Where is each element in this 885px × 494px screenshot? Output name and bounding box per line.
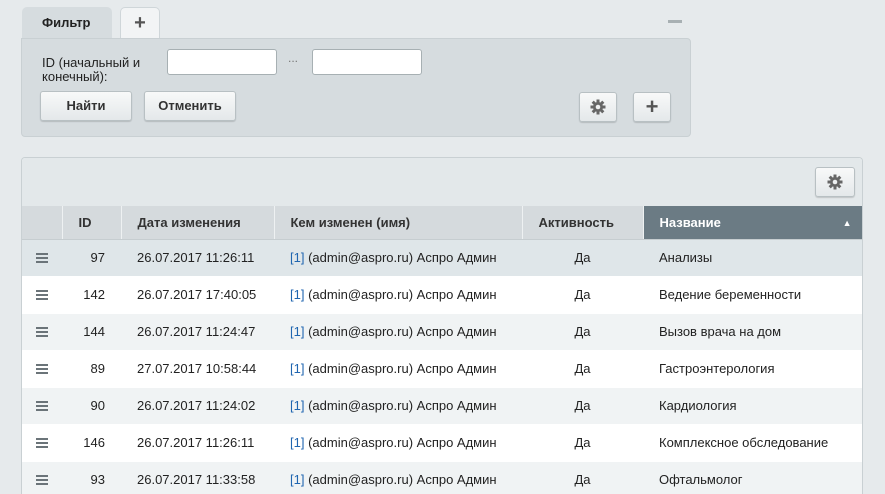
user-name: (admin@aspro.ru) Аспро Админ	[304, 435, 497, 450]
add-filter-tab-button[interactable]: +	[120, 7, 160, 38]
row-menu-cell[interactable]	[22, 461, 62, 494]
hamburger-icon	[36, 400, 48, 411]
hamburger-icon	[36, 437, 48, 448]
find-button[interactable]: Найти	[40, 91, 132, 121]
user-id-link[interactable]: [1]	[290, 250, 304, 265]
cell-date: 26.07.2017 11:26:11	[121, 424, 274, 462]
cell-name: Гастроэнтерология	[643, 350, 862, 388]
cell-name: Анализы	[643, 239, 862, 277]
cell-active: Да	[522, 461, 643, 494]
range-separator: ...	[288, 51, 299, 65]
table-row[interactable]: 142 26.07.2017 17:40:05 [1] (admin@aspro.r…	[22, 276, 862, 314]
column-header-active[interactable]: Активность	[522, 206, 644, 240]
cell-id: 144	[62, 313, 121, 351]
row-menu-cell[interactable]	[22, 387, 62, 425]
user-name: (admin@aspro.ru) Аспро Админ	[304, 472, 497, 487]
row-menu-cell[interactable]	[22, 276, 62, 314]
column-header-id[interactable]: ID	[62, 206, 122, 240]
table-row[interactable]: 93 26.07.2017 11:33:58 [1] (admin@aspro.ru…	[22, 461, 862, 494]
user-id-link[interactable]: [1]	[290, 287, 304, 302]
table-row[interactable]: 97 26.07.2017 11:26:11 [1] (admin@aspro.ru…	[22, 239, 862, 277]
gear-icon	[827, 174, 843, 190]
cell-id: 93	[62, 461, 121, 494]
hamburger-icon	[36, 363, 48, 374]
cell-modified-by: [1] (admin@aspro.ru) Аспро Админ	[274, 424, 522, 462]
column-header-modified-by[interactable]: Кем изменен (имя)	[274, 206, 523, 240]
hamburger-icon	[36, 474, 48, 485]
minus-icon[interactable]	[668, 20, 682, 23]
row-menu-cell[interactable]	[22, 313, 62, 351]
column-header-actions	[22, 206, 63, 240]
row-menu-cell[interactable]	[22, 350, 62, 388]
hamburger-icon	[36, 289, 48, 300]
cell-name: Ведение беременности	[643, 276, 862, 314]
column-header-date[interactable]: Дата изменения	[121, 206, 275, 240]
cell-active: Да	[522, 387, 643, 425]
table-row[interactable]: 144 26.07.2017 11:24:47 [1] (admin@aspro.r…	[22, 313, 862, 351]
cell-modified-by: [1] (admin@aspro.ru) Аспро Админ	[274, 276, 522, 314]
data-grid: ID Дата изменения Кем изменен (имя) Акти…	[21, 157, 863, 494]
column-header-name-label: Название	[659, 214, 721, 230]
cell-name: Комплексное обследование	[643, 424, 862, 462]
cell-name: Офтальмолог	[643, 461, 862, 494]
column-header-name[interactable]: Название ▲	[643, 206, 862, 240]
cell-id: 142	[62, 276, 121, 314]
grid-settings-button[interactable]	[815, 167, 855, 197]
cell-date: 26.07.2017 17:40:05	[121, 276, 274, 314]
cell-id: 146	[62, 424, 121, 462]
user-id-link[interactable]: [1]	[290, 324, 304, 339]
cell-date: 27.07.2017 10:58:44	[121, 350, 274, 388]
cell-date: 26.07.2017 11:24:02	[121, 387, 274, 425]
data-table: ID Дата изменения Кем изменен (имя) Акти…	[22, 206, 862, 494]
cancel-button[interactable]: Отменить	[144, 91, 236, 121]
table-row[interactable]: 89 27.07.2017 10:58:44 [1] (admin@aspro.ru…	[22, 350, 862, 388]
filter-panel: ID (начальный и конечный): ... Найти Отм…	[21, 38, 691, 137]
cell-active: Да	[522, 313, 643, 351]
filter-settings-button[interactable]	[579, 92, 617, 122]
cell-active: Да	[522, 350, 643, 388]
hamburger-icon	[36, 252, 48, 263]
row-menu-cell[interactable]	[22, 424, 62, 462]
cell-modified-by: [1] (admin@aspro.ru) Аспро Админ	[274, 350, 522, 388]
table-row[interactable]: 146 26.07.2017 11:26:11 [1] (admin@aspro.r…	[22, 424, 862, 462]
cell-modified-by: [1] (admin@aspro.ru) Аспро Админ	[274, 387, 522, 425]
user-name: (admin@aspro.ru) Аспро Админ	[304, 398, 497, 413]
user-id-link[interactable]: [1]	[290, 472, 304, 487]
cell-id: 89	[62, 350, 121, 388]
tab-filter[interactable]: Фильтр	[22, 7, 112, 38]
cell-date: 26.07.2017 11:33:58	[121, 461, 274, 494]
user-id-link[interactable]: [1]	[290, 361, 304, 376]
cell-modified-by: [1] (admin@aspro.ru) Аспро Админ	[274, 313, 522, 351]
cell-modified-by: [1] (admin@aspro.ru) Аспро Админ	[274, 461, 522, 494]
user-name: (admin@aspro.ru) Аспро Админ	[304, 324, 497, 339]
cell-modified-by: [1] (admin@aspro.ru) Аспро Админ	[274, 239, 522, 277]
user-id-link[interactable]: [1]	[290, 435, 304, 450]
add-filter-field-button[interactable]: +	[633, 92, 671, 122]
cell-name: Кардиология	[643, 387, 862, 425]
cell-name: Вызов врача на дом	[643, 313, 862, 351]
cell-id: 97	[62, 239, 121, 277]
user-name: (admin@aspro.ru) Аспро Админ	[304, 361, 497, 376]
cell-active: Да	[522, 424, 643, 462]
cell-active: Да	[522, 239, 643, 277]
cell-date: 26.07.2017 11:24:47	[121, 313, 274, 351]
user-name: (admin@aspro.ru) Аспро Админ	[304, 287, 497, 302]
cell-active: Да	[522, 276, 643, 314]
row-menu-cell[interactable]	[22, 239, 62, 277]
id-from-input[interactable]	[167, 49, 277, 75]
user-name: (admin@aspro.ru) Аспро Админ	[304, 250, 497, 265]
cell-date: 26.07.2017 11:26:11	[121, 239, 274, 277]
table-row[interactable]: 90 26.07.2017 11:24:02 [1] (admin@aspro.ru…	[22, 387, 862, 425]
grid-toolbar	[22, 158, 862, 206]
cell-id: 90	[62, 387, 121, 425]
hamburger-icon	[36, 326, 48, 337]
id-range-label: ID (начальный и конечный):	[42, 55, 141, 84]
id-to-input[interactable]	[312, 49, 422, 75]
gear-icon	[590, 99, 606, 115]
user-id-link[interactable]: [1]	[290, 398, 304, 413]
sort-asc-icon: ▲	[842, 218, 852, 228]
